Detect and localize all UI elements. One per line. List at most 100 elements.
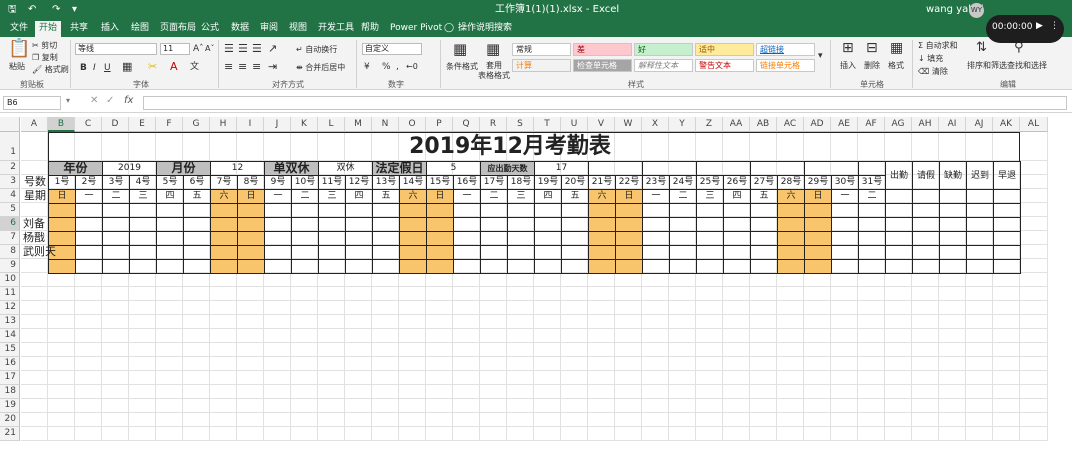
- grid-cell[interactable]: [1020, 315, 1048, 329]
- grid-cell[interactable]: [21, 413, 48, 427]
- style-hyperlink[interactable]: 超链接: [756, 43, 815, 56]
- blank-header-cell[interactable]: [696, 161, 751, 176]
- attendance-cell[interactable]: [372, 217, 400, 232]
- grid-cell[interactable]: [21, 301, 48, 315]
- row-header[interactable]: 1: [0, 132, 20, 161]
- find-select-button[interactable]: 查找和选择: [1007, 61, 1047, 71]
- attendance-cell[interactable]: [750, 259, 778, 274]
- weekday-cell[interactable]: 五: [750, 189, 778, 204]
- attendance-cell[interactable]: [183, 203, 211, 218]
- employee-name[interactable]: 刘备: [23, 217, 45, 231]
- summary-cell[interactable]: [993, 189, 1021, 204]
- attendance-cell[interactable]: [129, 259, 157, 274]
- grid-cell[interactable]: [588, 413, 615, 427]
- grid-cell[interactable]: [777, 329, 804, 343]
- attendance-cell[interactable]: [480, 231, 508, 246]
- align-middle-icon[interactable]: ☰: [238, 43, 248, 55]
- grid-cell[interactable]: [642, 301, 669, 315]
- column-header[interactable]: Z: [696, 117, 723, 132]
- day-number[interactable]: 6号: [183, 175, 211, 190]
- insert-cells-button[interactable]: 插入: [840, 61, 856, 71]
- summary-cell[interactable]: [885, 259, 913, 274]
- column-header[interactable]: Y: [669, 117, 696, 132]
- attendance-cell[interactable]: [291, 203, 319, 218]
- grid-cell[interactable]: [156, 427, 183, 441]
- grid-cell[interactable]: [372, 315, 399, 329]
- grid-cell[interactable]: [642, 427, 669, 441]
- grid-cell[interactable]: [669, 301, 696, 315]
- summary-cell[interactable]: [939, 231, 967, 246]
- grid-cell[interactable]: [939, 427, 966, 441]
- grid-cell[interactable]: [534, 315, 561, 329]
- day-number[interactable]: 2号: [75, 175, 103, 190]
- attendance-cell[interactable]: [831, 217, 859, 232]
- grid-cell[interactable]: [237, 329, 264, 343]
- attendance-cell[interactable]: [237, 231, 265, 246]
- grid-cell[interactable]: [48, 273, 75, 287]
- grid-cell[interactable]: [777, 287, 804, 301]
- grid-cell[interactable]: [939, 343, 966, 357]
- style-linked-cell[interactable]: 链接单元格: [756, 59, 815, 72]
- row-header[interactable]: 5: [0, 203, 20, 217]
- grid-cell[interactable]: [399, 399, 426, 413]
- grid-cell[interactable]: [156, 399, 183, 413]
- grid-cell[interactable]: [831, 427, 858, 441]
- day-number[interactable]: 12号: [345, 175, 373, 190]
- formula-input[interactable]: [143, 96, 1067, 110]
- grid-cell[interactable]: [723, 287, 750, 301]
- tab-help[interactable]: 帮助: [357, 21, 383, 37]
- holiday-value[interactable]: 5: [426, 161, 481, 176]
- weekend-type-label[interactable]: 单双休: [264, 161, 319, 176]
- grid-cell[interactable]: [210, 427, 237, 441]
- grid-cell[interactable]: [129, 413, 156, 427]
- grid-cell[interactable]: [696, 385, 723, 399]
- attendance-cell[interactable]: [345, 231, 373, 246]
- grid-cell[interactable]: [210, 357, 237, 371]
- grid-cell[interactable]: [480, 343, 507, 357]
- row-header[interactable]: 17: [0, 371, 20, 385]
- grid-cell[interactable]: [129, 343, 156, 357]
- attendance-cell[interactable]: [102, 231, 130, 246]
- grid-cell[interactable]: [642, 357, 669, 371]
- grid-cell[interactable]: [885, 399, 912, 413]
- grid-cell[interactable]: [399, 427, 426, 441]
- attendance-cell[interactable]: [48, 217, 76, 232]
- grid-cell[interactable]: [912, 329, 939, 343]
- tab-developer[interactable]: 开发工具: [314, 21, 358, 37]
- attendance-cell[interactable]: [480, 217, 508, 232]
- grid-cell[interactable]: [318, 343, 345, 357]
- grid-cell[interactable]: [993, 287, 1020, 301]
- grid-cell[interactable]: [480, 329, 507, 343]
- blank-header-cell[interactable]: [588, 161, 643, 176]
- grid-cell[interactable]: [831, 371, 858, 385]
- grid-cell[interactable]: [939, 413, 966, 427]
- attendance-cell[interactable]: [129, 203, 157, 218]
- grid-cell[interactable]: [534, 301, 561, 315]
- grid-cell[interactable]: [669, 343, 696, 357]
- grid-cell[interactable]: [102, 329, 129, 343]
- grid-cell[interactable]: [1020, 371, 1048, 385]
- grid-cell[interactable]: [291, 371, 318, 385]
- align-right-icon[interactable]: ≡: [252, 61, 261, 73]
- tab-file[interactable]: 文件: [6, 21, 32, 37]
- weekday-cell[interactable]: 日: [426, 189, 454, 204]
- attendance-cell[interactable]: [831, 245, 859, 260]
- grid-cell[interactable]: [21, 315, 48, 329]
- grid-cell[interactable]: [723, 413, 750, 427]
- grid-cell[interactable]: [858, 315, 885, 329]
- grid-cell[interactable]: [453, 357, 480, 371]
- grid-cell[interactable]: [48, 385, 75, 399]
- attendance-cell[interactable]: [237, 217, 265, 232]
- blank-header-cell[interactable]: [858, 161, 886, 176]
- weekday-cell[interactable]: 四: [723, 189, 751, 204]
- grid-cell[interactable]: [480, 301, 507, 315]
- grid-cell[interactable]: [48, 315, 75, 329]
- grid-cell[interactable]: [1020, 161, 1048, 175]
- row-header[interactable]: 7: [0, 231, 20, 245]
- summary-cell[interactable]: [993, 217, 1021, 232]
- grid-cell[interactable]: [399, 357, 426, 371]
- grid-cell[interactable]: [48, 287, 75, 301]
- summary-cell[interactable]: [912, 259, 940, 274]
- weekday-cell[interactable]: 日: [615, 189, 643, 204]
- summary-cell[interactable]: [993, 245, 1021, 260]
